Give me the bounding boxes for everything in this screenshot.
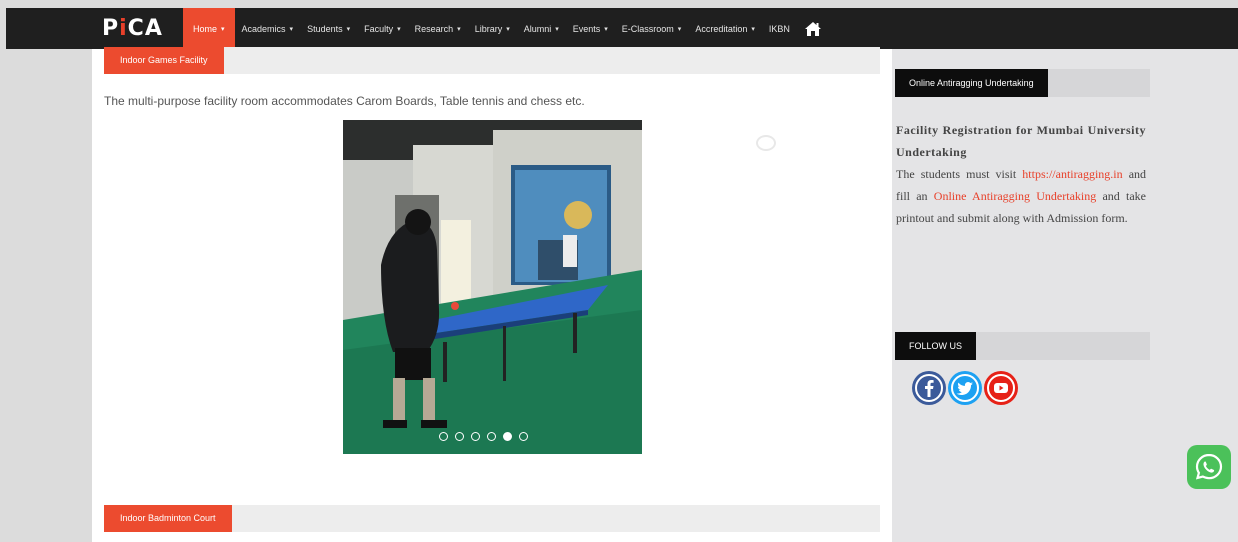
widget-header-follow: FOLLOW US [895, 332, 1150, 360]
widget-title-antiragging: Online Antiragging Undertaking [895, 69, 1048, 97]
section-header-indoor-games: Indoor Games Facility [104, 47, 880, 74]
site-logo[interactable]: PiCA [96, 8, 166, 49]
chevron-down-icon: ▾ [221, 25, 225, 33]
top-navbar: PiCA Home ▾ Academics ▾ Students ▾ Faculty ▾… [6, 8, 1238, 49]
facility-registration-text: Facility Registration for Mumbai Univers… [896, 119, 1146, 229]
slider-dot[interactable] [439, 432, 448, 441]
chevron-down-icon: ▾ [751, 25, 755, 33]
main-nav: Home ▾ Academics ▾ Students ▾ Faculty ▾ Rese… [183, 8, 825, 49]
page: PiCA Home ▾ Academics ▾ Students ▾ Faculty ▾… [0, 0, 1238, 542]
section-title-indoor-games[interactable]: Indoor Games Facility [104, 47, 224, 74]
nav-item-academics[interactable]: Academics ▾ [235, 8, 301, 49]
nav-item-home[interactable]: Home ▾ [183, 8, 235, 49]
slider-dot[interactable] [455, 432, 464, 441]
widget-title-follow: FOLLOW US [895, 332, 977, 360]
facility-description: The multi-purpose facility room accommod… [104, 94, 585, 108]
slider-dot-active[interactable] [503, 432, 512, 441]
chevron-down-icon: ▾ [677, 25, 682, 33]
nav-item-faculty[interactable]: Faculty ▾ [357, 8, 408, 49]
main-content: Indoor Games Facility The multi-purpose … [92, 47, 892, 542]
chevron-down-icon: ▾ [555, 25, 559, 33]
slider-dot[interactable] [519, 432, 528, 441]
chevron-down-icon: ▾ [604, 25, 608, 33]
undertaking-link[interactable]: Online Antiragging Undertaking [934, 189, 1096, 203]
nav-item-alumni[interactable]: Alumni ▾ [517, 8, 566, 49]
nav-item-research[interactable]: Research ▾ [408, 8, 468, 49]
nav-item-ikbn[interactable]: IKBN [762, 8, 797, 49]
slider-dots [439, 432, 528, 441]
youtube-icon[interactable] [984, 371, 1018, 405]
facebook-icon[interactable] [912, 371, 946, 405]
whatsapp-icon[interactable] [1187, 445, 1231, 489]
section-header-badminton: Indoor Badminton Court [104, 505, 880, 532]
photo-illustration [343, 120, 642, 454]
facility-heading: Facility Registration for Mumbai Univers… [896, 123, 1146, 159]
nav-item-accreditation[interactable]: Accreditation ▾ [688, 8, 762, 49]
widget-header-antiragging: Online Antiragging Undertaking [895, 69, 1150, 97]
table-tennis-photo[interactable] [343, 120, 642, 454]
chevron-down-icon: ▾ [346, 25, 351, 33]
slider-toggle-icon[interactable] [756, 135, 776, 151]
slider-dot[interactable] [487, 432, 496, 441]
nav-item-eclassroom[interactable]: E-Classroom ▾ [615, 8, 689, 49]
home-icon[interactable] [801, 8, 825, 49]
chevron-down-icon: ▾ [506, 25, 510, 33]
nav-item-events[interactable]: Events ▾ [566, 8, 615, 49]
chevron-down-icon: ▾ [289, 25, 294, 33]
antiragging-link[interactable]: https://antiragging.in [1022, 167, 1122, 181]
chevron-down-icon: ▾ [397, 25, 401, 33]
section-title-badminton[interactable]: Indoor Badminton Court [104, 505, 232, 532]
social-links [912, 371, 1018, 405]
nav-item-students[interactable]: Students ▾ [300, 8, 357, 49]
twitter-icon[interactable] [948, 371, 982, 405]
chevron-down-icon: ▾ [457, 25, 461, 33]
nav-item-library[interactable]: Library ▾ [468, 8, 517, 49]
slider-dot[interactable] [471, 432, 480, 441]
